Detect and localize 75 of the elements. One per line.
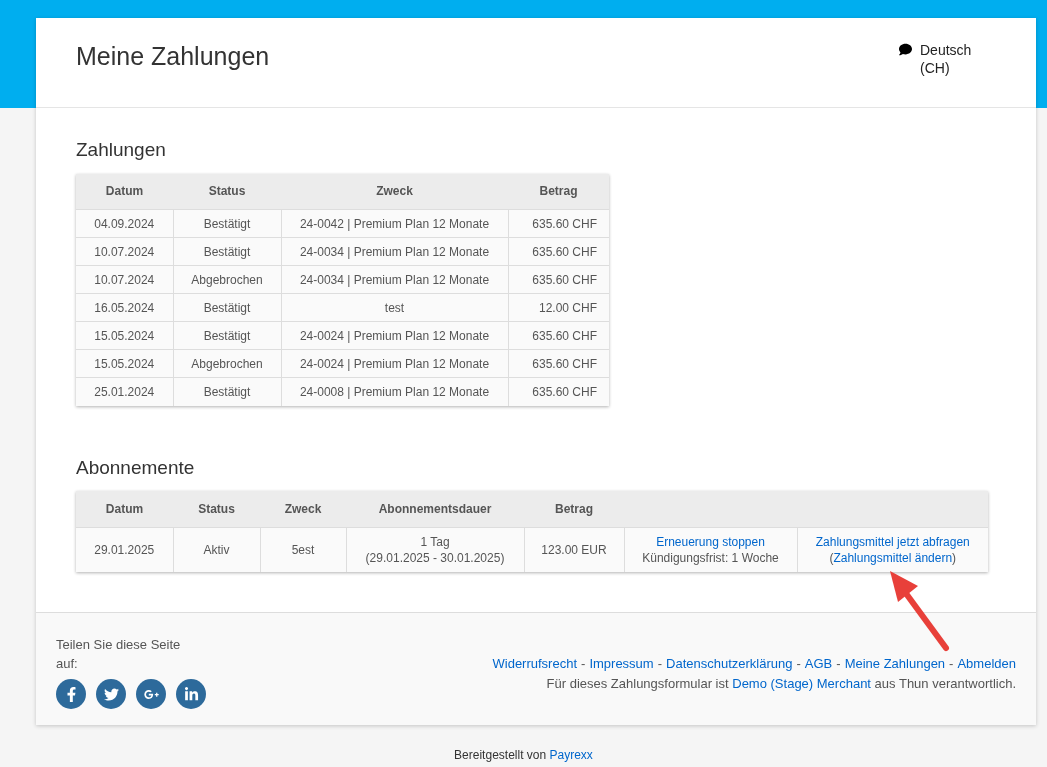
linkedin-share-button[interactable] — [176, 679, 206, 709]
column-header: Zweck — [281, 173, 508, 210]
table-cell: Bestätigt — [173, 293, 281, 322]
table-cell: 10.07.2024 — [76, 265, 173, 294]
language-selector[interactable]: Deutsch (CH) — [920, 41, 982, 77]
table-cell: 635.60 CHF — [508, 349, 609, 378]
table-cell: 123.00 EUR — [524, 527, 624, 572]
table-cell: Abgebrochen — [173, 265, 281, 294]
table-cell: 12.00 CHF — [508, 293, 609, 322]
table-cell: Bestätigt — [173, 209, 281, 238]
stop-renewal-link[interactable]: Erneuerung stoppen — [656, 534, 765, 549]
column-header: Betrag — [524, 491, 624, 527]
notice-period-text: Kündigungsfrist: 1 Woche — [641, 549, 780, 566]
column-header: Zweck — [260, 491, 346, 527]
footer-link[interactable]: Meine Zahlungen — [844, 654, 946, 674]
table-cell: 24-0008 | Premium Plan 12 Monate — [281, 377, 508, 406]
table-cell: Bestätigt — [173, 237, 281, 266]
table-cell: 16.05.2024 — [76, 293, 173, 322]
column-header: Betrag — [508, 173, 609, 210]
table-cell: 635.60 CHF — [508, 377, 609, 406]
table-cell: 29.01.2025 — [76, 527, 173, 572]
facebook-share-button[interactable] — [56, 679, 86, 709]
table-cell: Bestätigt — [173, 321, 281, 350]
table-cell: 635.60 CHF — [508, 265, 609, 294]
footer-link[interactable]: Impressum — [589, 654, 654, 674]
googleplus-share-button[interactable] — [136, 679, 166, 709]
table-cell: Abgebrochen — [173, 349, 281, 378]
column-header: Status — [173, 491, 260, 527]
link-separator: - — [949, 655, 954, 673]
table-cell: Bestätigt — [173, 377, 281, 406]
column-header: Datum — [76, 173, 173, 210]
request-payment-link[interactable]: Zahlungsmittel jetzt abfragen — [815, 534, 970, 549]
table-cell: 5est — [260, 527, 346, 572]
share-label: Teilen Sie diese Seite auf: — [56, 636, 182, 673]
payrexx-link[interactable]: Payrexx — [549, 748, 593, 762]
table-cell: test — [281, 293, 508, 322]
table-cell: 635.60 CHF — [508, 237, 609, 266]
change-payment-note: (Zahlungsmittel ändern) — [829, 550, 957, 565]
page-title: Meine Zahlungen — [76, 41, 270, 68]
duration-range: (29.01.2025 - 30.01.2025) — [364, 549, 506, 566]
column-header: Status — [173, 173, 281, 210]
table-cell: 635.60 CHF — [508, 321, 609, 350]
duration-text: 1 Tag — [419, 533, 451, 550]
footer-link[interactable]: AGB — [804, 654, 833, 674]
twitter-icon — [103, 686, 119, 702]
footer-link[interactable]: Abmelden — [957, 654, 1016, 674]
twitter-share-button[interactable] — [96, 679, 126, 709]
table-cell: 24-0024 | Premium Plan 12 Monate — [281, 349, 508, 378]
table-cell: 24-0024 | Premium Plan 12 Monate — [281, 321, 508, 350]
link-separator: - — [581, 655, 586, 673]
table-cell: 635.60 CHF — [508, 209, 609, 238]
table-cell: 25.01.2024 — [76, 377, 173, 406]
powered-by-note: Bereitgestellt von Payrexx — [454, 747, 593, 764]
speech-bubble-icon — [899, 43, 912, 56]
change-payment-link[interactable]: Zahlungsmittel ändern — [833, 550, 953, 565]
table-cell: 24-0034 | Premium Plan 12 Monate — [281, 237, 508, 266]
merchant-link[interactable]: Demo (Stage) Merchant — [732, 676, 871, 691]
table-cell: 24-0034 | Premium Plan 12 Monate — [281, 265, 508, 294]
link-separator: - — [657, 655, 662, 673]
linkedin-icon — [183, 686, 199, 702]
section-title: Abonnemente — [76, 455, 196, 480]
footer-link[interactable]: Datenschutzerklärung — [666, 654, 793, 674]
table-cell: 04.09.2024 — [76, 209, 173, 238]
section-title: Zahlungen — [76, 138, 167, 162]
table-cell: Aktiv — [173, 527, 260, 572]
link-separator: - — [796, 655, 801, 673]
column-header: Datum — [76, 491, 173, 527]
table-cell: 15.05.2024 — [76, 321, 173, 350]
column-header: Abonnementsdauer — [346, 491, 524, 527]
responsibility-note: Für dieses Zahlungsformular ist Demo (Stage) Merchant aus Thun verantwortlich. — [545, 675, 1016, 693]
footer-link[interactable]: Widerrufsrecht — [492, 654, 578, 674]
link-separator: - — [836, 655, 841, 673]
table-cell: 15.05.2024 — [76, 349, 173, 378]
table-cell: 24-0042 | Premium Plan 12 Monate — [281, 209, 508, 238]
table-cell: 10.07.2024 — [76, 237, 173, 266]
